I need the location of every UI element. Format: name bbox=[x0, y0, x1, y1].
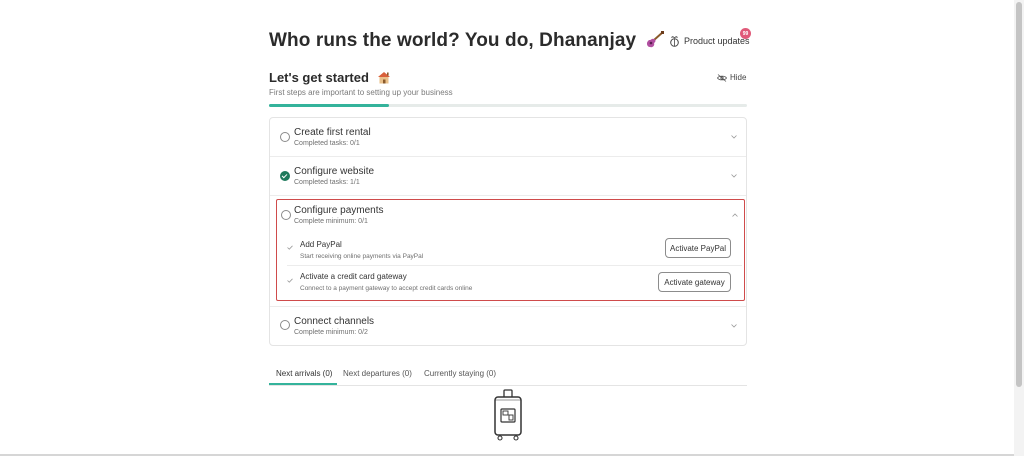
checklist-item-status: Complete minimum: 0/2 bbox=[294, 329, 368, 336]
checkmark-icon bbox=[287, 278, 293, 283]
checklist-item-status: Completed tasks: 0/1 bbox=[294, 140, 360, 147]
reservations-tabs: Next arrivals (0) Next departures (0) Cu… bbox=[269, 364, 747, 386]
hide-label: Hide bbox=[730, 73, 747, 82]
section-title-text: Let's get started bbox=[269, 70, 369, 85]
activate-gateway-button[interactable]: Activate gateway bbox=[658, 272, 731, 292]
checkmark-icon bbox=[287, 245, 293, 250]
checklist-item-status: Complete minimum: 0/1 bbox=[294, 218, 368, 225]
divider bbox=[270, 195, 746, 196]
onboarding-progress-fill bbox=[269, 104, 389, 107]
page-title: Who runs the world? You do, Dhananjay bbox=[269, 30, 665, 52]
onboarding-checklist: Create first rental Completed tasks: 0/1… bbox=[269, 117, 747, 346]
checklist-item-title: Connect channels bbox=[294, 316, 375, 327]
eye-off-icon bbox=[717, 73, 727, 82]
product-updates-label: Product updates bbox=[684, 36, 750, 46]
task-description: Connect to a payment gateway to accept c… bbox=[300, 285, 473, 292]
chevron-down-icon[interactable] bbox=[731, 324, 737, 328]
chevron-down-icon[interactable] bbox=[731, 135, 737, 139]
scrollbar-thumb[interactable] bbox=[1016, 2, 1022, 387]
greeting-text: Who runs the world? You do, Dhananjay bbox=[269, 30, 637, 51]
task-description: Start receiving online payments via PayP… bbox=[300, 253, 424, 260]
task-title: Activate a credit card gateway bbox=[300, 272, 407, 281]
suitcase-icon bbox=[494, 389, 522, 441]
product-updates-button[interactable]: Product updates bbox=[669, 35, 750, 47]
tab-currently-staying[interactable]: Currently staying (0) bbox=[424, 369, 496, 378]
checklist-item-configure-payments: Configure payments Complete minimum: 0/1… bbox=[276, 199, 745, 301]
status-radio bbox=[280, 132, 290, 142]
chevron-up-icon[interactable] bbox=[732, 213, 738, 217]
checklist-item-status: Completed tasks: 1/1 bbox=[294, 179, 360, 186]
status-radio bbox=[280, 320, 290, 330]
divider bbox=[287, 265, 742, 266]
dashboard-page: Who runs the world? You do, Dhananjay Pr… bbox=[0, 0, 1024, 456]
section-subtitle: First steps are important to setting up … bbox=[269, 88, 453, 97]
checklist-item-title: Create first rental bbox=[294, 127, 371, 138]
house-icon bbox=[377, 72, 390, 84]
active-tab-indicator bbox=[269, 383, 337, 385]
guitar-icon bbox=[646, 31, 664, 48]
status-radio bbox=[281, 210, 291, 220]
notification-badge: 99 bbox=[740, 28, 751, 39]
checklist-item-title[interactable]: Configure payments bbox=[294, 205, 384, 216]
gift-icon bbox=[670, 36, 679, 47]
onboarding-progress-bar bbox=[269, 104, 747, 107]
section-title: Let's get started bbox=[269, 70, 391, 85]
checklist-item-configure-website[interactable]: Configure website Completed tasks: 1/1 bbox=[270, 157, 746, 195]
chevron-down-icon[interactable] bbox=[731, 174, 737, 178]
activate-paypal-button[interactable]: Activate PayPal bbox=[665, 238, 731, 258]
hide-button[interactable]: Hide bbox=[717, 73, 746, 82]
task-title: Add PayPal bbox=[300, 240, 342, 249]
checklist-item-title: Configure website bbox=[294, 166, 375, 177]
tab-next-arrivals[interactable]: Next arrivals (0) bbox=[276, 369, 332, 378]
check-circle-icon bbox=[280, 171, 290, 181]
checklist-item-create-rental[interactable]: Create first rental Completed tasks: 0/1 bbox=[270, 118, 746, 156]
tab-next-departures[interactable]: Next departures (0) bbox=[343, 369, 412, 378]
checklist-item-connect-channels[interactable]: Connect channels Complete minimum: 0/2 bbox=[270, 307, 746, 345]
